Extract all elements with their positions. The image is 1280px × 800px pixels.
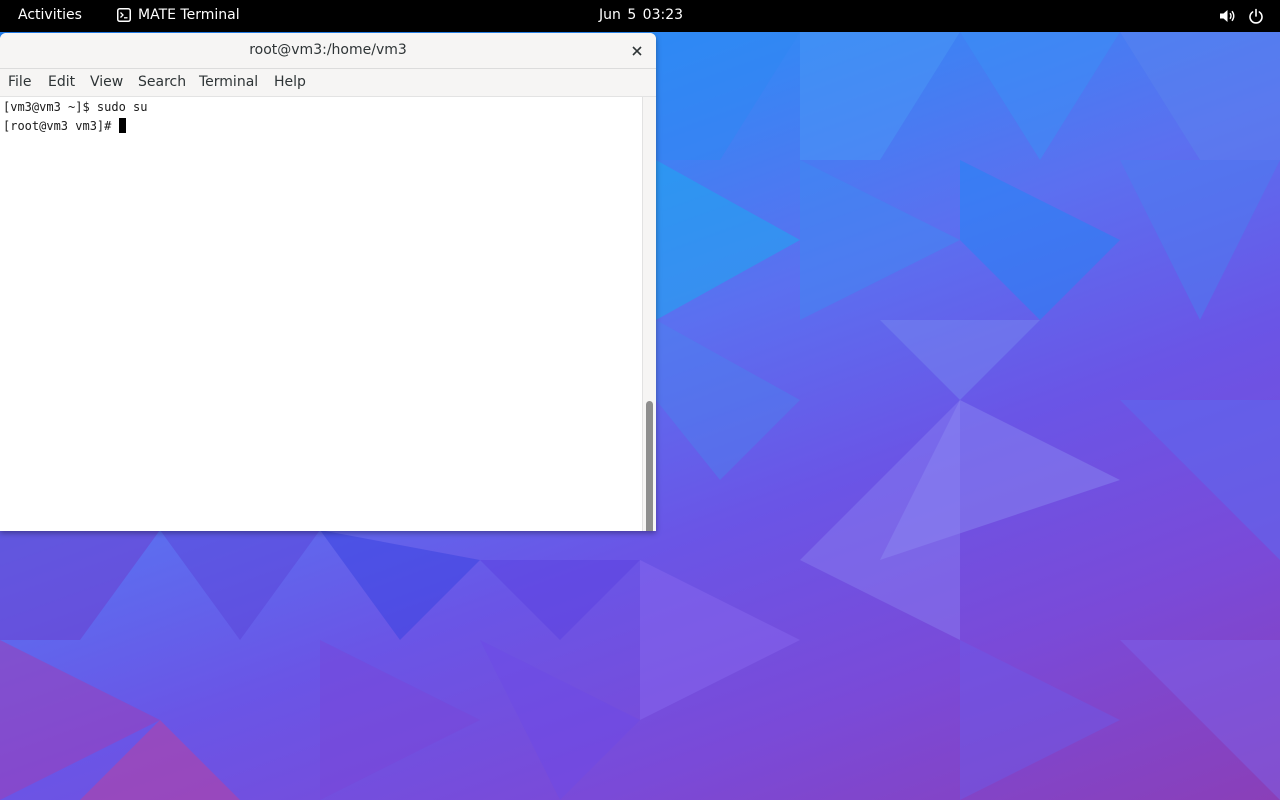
menu-help[interactable]: Help xyxy=(274,74,306,90)
app-menu-label: MATE Terminal xyxy=(138,7,240,23)
clock[interactable]: Jun 5 03:23 xyxy=(599,7,683,23)
terminal-icon xyxy=(117,8,131,22)
app-menu-button[interactable]: MATE Terminal xyxy=(117,7,240,23)
menu-view[interactable]: View xyxy=(90,74,123,90)
terminal-window[interactable]: root@vm3:/home/vm3 File Edit View Search… xyxy=(0,33,656,531)
power-icon[interactable] xyxy=(1248,8,1264,28)
system-tray[interactable] xyxy=(1219,8,1264,28)
top-bar: Activities MATE Terminal Jun 5 03:23 xyxy=(0,0,1280,32)
text-cursor xyxy=(119,118,127,133)
activities-button[interactable]: Activities xyxy=(18,7,82,23)
menu-file[interactable]: File xyxy=(8,74,31,90)
terminal-prompt: [root@vm3 vm3]# xyxy=(3,119,112,133)
close-icon xyxy=(632,41,642,60)
scrollbar-thumb[interactable] xyxy=(646,401,653,531)
terminal-line: [vm3@vm3 ~]$ sudo su xyxy=(3,100,148,114)
terminal-prompt-line: [root@vm3 vm3]# xyxy=(3,118,127,133)
volume-icon[interactable] xyxy=(1219,8,1236,28)
scrollbar[interactable] xyxy=(642,97,656,531)
close-button[interactable] xyxy=(628,41,646,59)
window-titlebar[interactable]: root@vm3:/home/vm3 xyxy=(0,33,656,69)
menu-terminal[interactable]: Terminal xyxy=(199,74,258,90)
window-title: root@vm3:/home/vm3 xyxy=(249,42,407,58)
menu-bar: File Edit View Search Terminal Help xyxy=(0,69,656,97)
menu-edit[interactable]: Edit xyxy=(48,74,75,90)
desktop: Activities MATE Terminal Jun 5 03:23 roo… xyxy=(0,0,1280,800)
menu-search[interactable]: Search xyxy=(138,74,186,90)
terminal-output[interactable]: [vm3@vm3 ~]$ sudo su [root@vm3 vm3]# xyxy=(0,97,642,531)
